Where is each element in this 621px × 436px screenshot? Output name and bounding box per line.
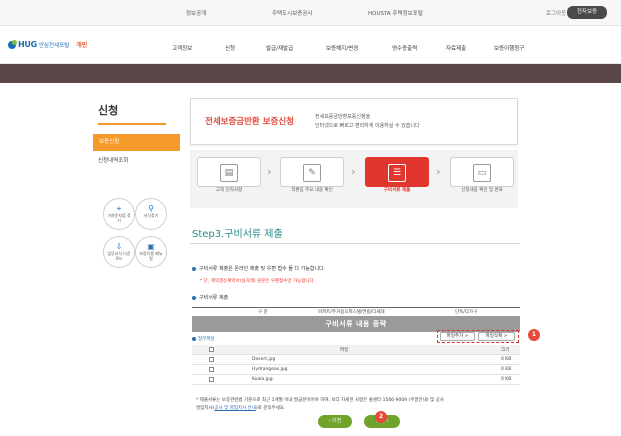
file-size: 0 KB xyxy=(501,357,512,362)
step-4: ▭ xyxy=(450,157,514,187)
intro-box: 전세보증금반환 보증신청 전세보증금반환보증신청을 인터넷으로 빠르고 편리하게… xyxy=(190,98,518,145)
sidebar-item-history[interactable]: 신청내역조회 xyxy=(98,156,128,164)
logo-mark-icon xyxy=(8,39,17,49)
menu-customer-info[interactable]: 고객정보 xyxy=(172,44,192,52)
chevron-right-icon: › xyxy=(351,165,356,178)
chevron-right-icon: › xyxy=(436,165,441,178)
step-1: ▤ xyxy=(197,157,261,187)
divider xyxy=(190,243,520,244)
menu-receipt[interactable]: 영수증출력 xyxy=(392,44,417,52)
menu-submit-docs[interactable]: 자료제출 xyxy=(446,44,466,52)
info-bullet: 구비서류 제출은 온라인 제출 및 우편 접수 둘 다 가능합니다. xyxy=(192,265,325,272)
select-all-checkbox[interactable] xyxy=(209,347,214,352)
bullet-text: 구비서류 제출은 온라인 제출 및 우편 접수 둘 다 가능합니다. xyxy=(199,266,326,272)
personal-label[interactable]: 개인 xyxy=(76,40,87,49)
topbar-link-hug[interactable]: 주택도시보증공사 xyxy=(272,9,312,17)
notice-text: * 제출서류는 보증관련법 기준으로 최근 1개월 이내 발급분이어야 하며, … xyxy=(196,398,444,403)
global-nav: HUG 안심전세포털 개인 고객정보 신청 발급/재발급 보증해지/변경 영수증… xyxy=(0,26,621,64)
attachment-label: 첨부파일 xyxy=(192,336,215,342)
table-header: 아파트/주거용오피스텔/연립/다세대 xyxy=(318,310,385,315)
add-file-button[interactable]: 파일추가 > xyxy=(440,332,475,341)
logo[interactable]: HUG 안심전세포털 개인 xyxy=(8,39,87,49)
file-name: Koala.jpg xyxy=(252,377,273,382)
file-table: 파일 크기 Desert.jpg 0 KB Hydrangeas.jpg 0 K… xyxy=(192,345,520,385)
sidebar-title-rule xyxy=(98,123,166,125)
document-icon: ✎ xyxy=(303,164,321,182)
id-card-icon: ▤ xyxy=(220,164,238,182)
file-checkbox[interactable] xyxy=(209,357,214,362)
quick-link-label: 가까운지점 찾기 xyxy=(107,213,131,223)
bullet-icon xyxy=(192,266,196,271)
file-column-header: 파일 xyxy=(340,348,349,353)
bullet-icon xyxy=(192,295,196,300)
notice-text: 영업지사(공사 및 영업지사 안내)로 문의주세요. xyxy=(196,405,285,411)
table-header: 구 분 xyxy=(258,310,268,315)
page-title: 전세보증금반환 보증신청 xyxy=(205,117,294,127)
table-row: Koala.jpg 0 KB xyxy=(192,375,520,385)
callout-marker-2: 2 xyxy=(375,411,387,423)
table-top-rule xyxy=(192,307,520,308)
file-checkbox[interactable] xyxy=(209,377,214,382)
notice-suffix: )로 문의주세요. xyxy=(255,406,286,411)
info-bullet: 구비서류 제출 xyxy=(192,294,228,301)
quick-link-branch[interactable]: ⌖ 가까운지점 찾기 xyxy=(103,198,135,230)
branch-guide-link[interactable]: 공사 및 영업지사 안내 xyxy=(214,406,256,411)
header-band xyxy=(0,64,621,83)
quick-link-download[interactable]: ⇩ 업무서식 다운로드 xyxy=(103,236,135,268)
sidebar-item-apply[interactable]: 보증신청 xyxy=(93,134,180,151)
chevron-right-icon: › xyxy=(267,165,272,178)
intro-description: 인터넷으로 빠르고 편리하게 이용하실 수 있습니다 xyxy=(315,123,420,129)
topbar-link-info[interactable]: 정보공개 xyxy=(186,9,206,17)
file-size: 0 KB xyxy=(501,377,512,382)
table-row: Hydrangeas.jpg 0 KB xyxy=(192,365,520,375)
location-pin-icon: ⌖ xyxy=(116,204,122,213)
file-checkbox[interactable] xyxy=(209,367,214,372)
file-name: Hydrangeas.jpg xyxy=(252,367,288,372)
table-row: Desert.jpg 0 KB xyxy=(192,355,520,365)
callout-marker-1: 1 xyxy=(528,329,540,341)
form-icon: ☰ xyxy=(388,164,406,182)
quick-link-forms[interactable]: ⚲ 서식찾기 xyxy=(135,198,167,230)
step-2: ✎ xyxy=(280,157,344,187)
logo-subtitle: 안심전세포털 xyxy=(38,42,70,49)
quick-link-manual[interactable]: ▣ 보증이용 매뉴얼 xyxy=(135,236,167,268)
logout-link[interactable]: 로그아웃 xyxy=(546,9,566,17)
menu-claim[interactable]: 보증이행청구 xyxy=(494,44,524,52)
e-guarantee-button[interactable]: 전자보증 xyxy=(567,6,607,19)
intro-description: 전세보증금반환보증신청을 xyxy=(315,114,371,120)
step-3-active: ☰ xyxy=(365,157,429,187)
sidebar-title: 신청 xyxy=(98,104,119,117)
quick-link-label: 서식찾기 xyxy=(143,213,159,218)
step-label: 적편입 주요 내용 확인 xyxy=(291,188,333,193)
download-icon: ⇩ xyxy=(115,242,123,251)
quick-link-label: 업무서식 다운로드 xyxy=(107,251,131,261)
delete-file-button[interactable]: 파일삭제 > xyxy=(478,332,515,341)
logo-text: HUG xyxy=(18,40,37,49)
menu-cancel-change[interactable]: 보증해지/변경 xyxy=(326,44,358,52)
file-size: 0 KB xyxy=(501,367,512,372)
step-label: 신청내용 확인 및 완료 xyxy=(461,188,503,193)
quick-link-label: 보증이용 매뉴얼 xyxy=(139,251,163,261)
step-label-active: 구비서류 제출 xyxy=(383,188,411,193)
attachment-label-text: 첨부파일 xyxy=(198,337,215,342)
utility-bar: 정보공개 주택도시보증공사 HOUSTA 주택정보포털 로그아웃 전자보증 xyxy=(0,0,621,26)
size-column-header: 크기 xyxy=(501,348,510,353)
bullet-text: 구비서류 제출 xyxy=(199,295,229,301)
menu-issue[interactable]: 발급/재발급 xyxy=(266,44,293,52)
topbar-link-housta[interactable]: HOUSTA 주택정보포털 xyxy=(368,9,423,17)
notice-prefix: 영업지사( xyxy=(196,406,215,411)
search-icon: ⚲ xyxy=(148,204,154,213)
monitor-icon: ▭ xyxy=(473,164,491,182)
table-header: 단독/다가구 xyxy=(455,310,478,315)
menu-apply[interactable]: 신청 xyxy=(225,44,235,52)
file-name: Desert.jpg xyxy=(252,357,276,362)
bullet-icon xyxy=(192,336,196,341)
step-title: Step3.구비서류 제출 xyxy=(192,229,283,240)
book-icon: ▣ xyxy=(147,242,155,251)
warning-note: * 단, 계약갱신계약서(실거래) 원본은 우편접수만 가능합니다. xyxy=(200,279,316,284)
step-label: 고객 인적사항 xyxy=(215,188,243,193)
prev-button[interactable]: ‹ 이전 xyxy=(318,415,352,428)
file-table-header: 파일 크기 xyxy=(192,345,520,355)
